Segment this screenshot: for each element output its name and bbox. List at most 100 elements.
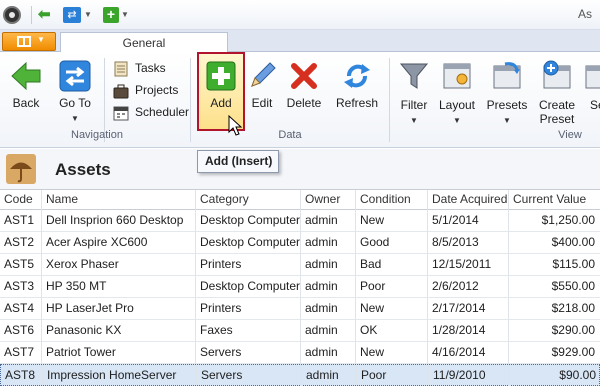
cell-date-acquired[interactable]: 2/6/2012 <box>428 276 509 298</box>
cell-owner[interactable]: admin <box>301 276 356 298</box>
table-row[interactable]: AST6 Panasonic KX Faxes admin OK 1/28/2014 $29… <box>0 320 600 342</box>
app-logo-icon[interactable] <box>3 6 21 24</box>
cell-code[interactable]: AST6 <box>0 320 42 342</box>
cell-category[interactable]: Desktop Computers <box>196 232 301 254</box>
cell-code[interactable]: AST7 <box>0 342 42 364</box>
ribbon-tab-strip: ▼ General <box>0 30 600 53</box>
go-to-button-label: Go To <box>59 96 91 110</box>
scheduler-label: Scheduler <box>135 105 190 119</box>
table-row[interactable]: AST1 Dell Insprion 660 Desktop Desktop Com… <box>0 210 600 232</box>
cell-condition[interactable]: Poor <box>356 276 428 298</box>
cell-condition[interactable]: Poor <box>357 365 429 386</box>
cell-name[interactable]: Patriot Tower <box>42 342 196 364</box>
cell-name[interactable]: Impression HomeServer <box>43 365 197 386</box>
cell-code[interactable]: AST4 <box>0 298 42 320</box>
settings-button-partial[interactable]: Se <box>584 56 600 130</box>
column-header-category[interactable]: Category <box>196 190 301 210</box>
group-label-view: View <box>558 129 582 141</box>
delete-button[interactable]: Delete <box>284 56 324 130</box>
cell-condition[interactable]: New <box>356 298 428 320</box>
back-button[interactable]: Back <box>4 56 48 130</box>
cell-date-acquired[interactable]: 1/28/2014 <box>428 320 509 342</box>
quick-back-arrow-icon[interactable]: ⬅ <box>38 7 56 23</box>
quick-add-dropdown-icon[interactable]: ▼ <box>121 7 131 23</box>
cell-code[interactable]: AST1 <box>0 210 42 232</box>
cell-date-acquired[interactable]: 5/1/2014 <box>428 210 509 232</box>
table-row[interactable]: AST7 Patriot Tower Servers admin New 4/16/201… <box>0 342 600 364</box>
cell-name[interactable]: Acer Aspire XC600 <box>42 232 196 254</box>
cell-current-value[interactable]: $90.00 <box>510 365 600 386</box>
refresh-button[interactable]: Refresh <box>333 56 381 130</box>
cell-condition[interactable]: New <box>356 342 428 364</box>
column-header-code[interactable]: Code <box>0 190 42 210</box>
column-header-current-value[interactable]: Current Value <box>509 190 600 210</box>
cell-category[interactable]: Printers <box>196 254 301 276</box>
cell-owner[interactable]: admin <box>301 320 356 342</box>
cell-current-value[interactable]: $929.00 <box>509 342 600 364</box>
table-row[interactable]: AST5 Xerox Phaser Printers admin Bad 12/15/20… <box>0 254 600 276</box>
column-header-name[interactable]: Name <box>42 190 196 210</box>
page-title: Assets <box>55 160 111 179</box>
cell-date-acquired[interactable]: 4/16/2014 <box>428 342 509 364</box>
cell-current-value[interactable]: $290.00 <box>509 320 600 342</box>
cell-condition[interactable]: OK <box>356 320 428 342</box>
cell-current-value[interactable]: $115.00 <box>509 254 600 276</box>
edit-button[interactable]: Edit <box>246 56 278 130</box>
cell-category[interactable]: Printers <box>196 298 301 320</box>
cell-owner[interactable]: admin <box>301 232 356 254</box>
cell-name[interactable]: Xerox Phaser <box>42 254 196 276</box>
create-preset-label-line2: Preset <box>539 112 575 126</box>
cell-owner[interactable]: admin <box>301 254 356 276</box>
cell-current-value[interactable]: $400.00 <box>509 232 600 254</box>
cell-condition[interactable]: Bad <box>356 254 428 276</box>
quick-add-icon[interactable]: + <box>103 7 119 23</box>
table-row[interactable]: AST2 Acer Aspire XC600 Desktop Computers ad… <box>0 232 600 254</box>
cell-owner[interactable]: admin <box>302 365 357 386</box>
back-button-label: Back <box>12 96 40 110</box>
application-menu-button[interactable]: ▼ <box>2 32 56 51</box>
cell-condition[interactable]: New <box>356 210 428 232</box>
create-preset-button[interactable]: Create Preset <box>534 56 580 130</box>
cell-category[interactable]: Desktop Computers <box>196 210 301 232</box>
cell-current-value[interactable]: $550.00 <box>509 276 600 298</box>
cell-category[interactable]: Servers <box>196 342 301 364</box>
cell-condition[interactable]: Good <box>356 232 428 254</box>
quick-goto-dropdown-icon[interactable]: ▼ <box>84 7 94 23</box>
cell-current-value[interactable]: $218.00 <box>509 298 600 320</box>
column-header-date-acquired[interactable]: Date Acquired <box>428 190 509 210</box>
cell-code[interactable]: AST5 <box>0 254 42 276</box>
cell-current-value[interactable]: $1,250.00 <box>509 210 600 232</box>
cell-code[interactable]: AST3 <box>0 276 42 298</box>
table-row[interactable]: AST4 HP LaserJet Pro Printers admin New 2/17/… <box>0 298 600 320</box>
settings-button-label: Se <box>590 98 600 112</box>
presets-button[interactable]: Presets ▼ <box>484 56 530 130</box>
cell-date-acquired[interactable]: 8/5/2013 <box>428 232 509 254</box>
cell-category[interactable]: Faxes <box>196 320 301 342</box>
tab-general[interactable]: General <box>60 32 228 53</box>
projects-label: Projects <box>135 83 179 97</box>
cell-date-acquired[interactable]: 12/15/2011 <box>428 254 509 276</box>
filter-button[interactable]: Filter ▼ <box>394 56 434 130</box>
go-to-button[interactable]: Go To ▼ <box>54 56 96 130</box>
assets-grid: Code Name Category Owner Condition Date … <box>0 189 600 386</box>
cell-date-acquired[interactable]: 2/17/2014 <box>428 298 509 320</box>
layout-button[interactable]: Layout ▼ <box>436 56 478 130</box>
cell-date-acquired[interactable]: 11/9/2010 <box>429 365 510 386</box>
column-header-condition[interactable]: Condition <box>356 190 428 210</box>
cell-name[interactable]: Dell Insprion 660 Desktop <box>42 210 196 232</box>
pencil-icon <box>251 62 276 87</box>
cell-owner[interactable]: admin <box>301 210 356 232</box>
cell-owner[interactable]: admin <box>301 298 356 320</box>
cell-code[interactable]: AST8 <box>1 365 43 386</box>
table-row[interactable]: AST8 Impression HomeServer Servers admin Poo… <box>0 364 600 386</box>
cell-category[interactable]: Servers <box>197 365 302 386</box>
cell-category[interactable]: Desktop Computers <box>196 276 301 298</box>
cell-code[interactable]: AST2 <box>0 232 42 254</box>
column-header-owner[interactable]: Owner <box>301 190 356 210</box>
table-row[interactable]: AST3 HP 350 MT Desktop Computers admin Poor 2… <box>0 276 600 298</box>
quick-goto-icon[interactable]: ⇄ <box>63 7 81 23</box>
cell-owner[interactable]: admin <box>301 342 356 364</box>
cell-name[interactable]: Panasonic KX <box>42 320 196 342</box>
cell-name[interactable]: HP 350 MT <box>42 276 196 298</box>
cell-name[interactable]: HP LaserJet Pro <box>42 298 196 320</box>
